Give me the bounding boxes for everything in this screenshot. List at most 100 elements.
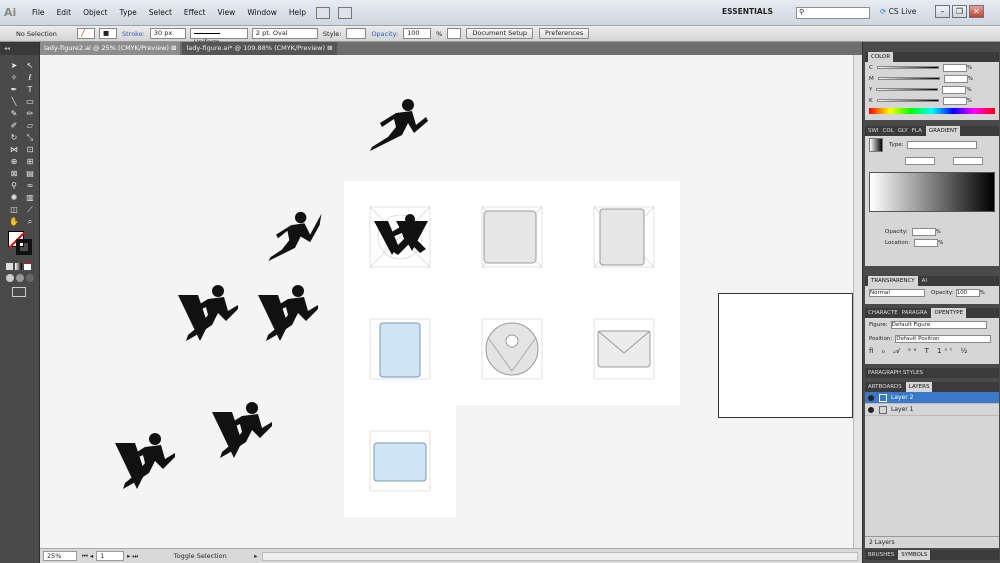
- recolor-icon[interactable]: [447, 28, 462, 39]
- tab-flattener[interactable]: FLA: [912, 126, 922, 136]
- status-menu-icon[interactable]: ▸: [254, 552, 257, 560]
- none-mode-icon[interactable]: [24, 263, 31, 270]
- stroke-swatch[interactable]: ■: [99, 28, 117, 39]
- tab-opentype[interactable]: OPENTYPE: [931, 308, 967, 318]
- type-tool-icon[interactable]: T: [23, 84, 37, 95]
- last-artboard-icon[interactable]: ⏭: [132, 552, 138, 561]
- draw-inside-icon[interactable]: [26, 274, 34, 282]
- tab-paragraph[interactable]: PARAGRA: [902, 308, 928, 318]
- shape-builder-icon[interactable]: ⊕: [7, 156, 21, 167]
- paragraph-styles-title[interactable]: PARAGRAPH STYLES: [868, 368, 923, 378]
- menu-edit[interactable]: Edit: [51, 0, 78, 26]
- hand-tool-icon[interactable]: ✋: [7, 216, 21, 227]
- magenta-field[interactable]: [943, 74, 968, 83]
- gradient-opacity-field[interactable]: [911, 227, 936, 236]
- menu-view[interactable]: View: [212, 0, 242, 26]
- artboard-tool-icon[interactable]: ◫: [7, 204, 21, 215]
- menu-effect[interactable]: Effect: [178, 0, 212, 26]
- mesh-tool-icon[interactable]: ⊠: [7, 168, 21, 179]
- gradient-slider[interactable]: [869, 172, 995, 212]
- tab-transparency[interactable]: TRANSPARENCY: [868, 276, 918, 286]
- layer-row-layer-1[interactable]: Layer 1: [865, 404, 999, 416]
- arrange-documents-icon[interactable]: [338, 6, 352, 19]
- screen-mode-icon[interactable]: [12, 287, 26, 297]
- status-info[interactable]: Toggle Selection: [146, 552, 254, 560]
- artboard-number-field[interactable]: 1: [96, 551, 125, 561]
- lock-toggle-icon[interactable]: [879, 405, 887, 414]
- gradient-tool-icon[interactable]: ▤: [23, 168, 37, 179]
- graphic-style-picker[interactable]: [346, 28, 367, 39]
- gradient-location-field[interactable]: [914, 238, 939, 247]
- tab-lady-figure[interactable]: lady-figure.ai* @ 109.88% (CMYK/Preview)…: [182, 42, 337, 55]
- layer-name[interactable]: Layer 1: [891, 406, 913, 413]
- tab-symbols[interactable]: SYMBOLS: [898, 550, 931, 560]
- yellow-slider[interactable]: [876, 88, 939, 91]
- tab-gradient[interactable]: GRADIENT: [925, 126, 961, 136]
- restore-icon[interactable]: ❐: [952, 5, 967, 18]
- minimize-icon[interactable]: –: [935, 5, 950, 18]
- rotate-tool-icon[interactable]: ↻: [7, 132, 21, 143]
- gradient-mode-icon[interactable]: [15, 263, 22, 270]
- tab-glyphs[interactable]: GLY: [898, 126, 908, 136]
- layer-row-layer-2[interactable]: Layer 2: [865, 392, 999, 404]
- cyan-field[interactable]: [942, 63, 967, 72]
- tab-layers[interactable]: LAYERS: [905, 382, 933, 392]
- menu-type[interactable]: Type: [114, 0, 143, 26]
- rectangle-tool-icon[interactable]: ▭: [23, 96, 37, 107]
- variable-width-profile[interactable]: Uniform: [189, 28, 248, 46]
- direct-selection-tool-icon[interactable]: ↖: [23, 60, 37, 71]
- tab-brushes[interactable]: BRUSHES: [868, 550, 894, 560]
- position-select[interactable]: Default Position: [895, 335, 992, 343]
- previous-artboard-icon[interactable]: ◂: [90, 552, 93, 560]
- perspective-grid-icon[interactable]: ⊞: [23, 156, 37, 167]
- tab-character[interactable]: CHARACTE: [868, 308, 898, 318]
- tools-panel-collapse-icon[interactable]: ◂◂: [0, 42, 39, 55]
- draw-behind-icon[interactable]: [16, 274, 24, 282]
- gradient-type-select[interactable]: [906, 141, 977, 149]
- tab-swatches[interactable]: SWI: [868, 126, 879, 136]
- tab-close-icon[interactable]: ⊠: [171, 44, 176, 52]
- stroke-label[interactable]: Stroke:: [122, 30, 145, 38]
- workspace-switcher[interactable]: ESSENTIALS: [722, 7, 773, 16]
- color-panel-title[interactable]: COLOR: [868, 52, 894, 62]
- close-icon[interactable]: ✕: [969, 5, 984, 18]
- zoom-tool-icon[interactable]: ⌕: [23, 216, 37, 227]
- stroke-weight-field[interactable]: 30 px: [149, 28, 186, 39]
- eyedropper-icon[interactable]: ⚲: [7, 180, 21, 191]
- help-search-input[interactable]: ⚲: [796, 7, 870, 19]
- blend-tool-icon[interactable]: ∞: [23, 180, 37, 191]
- vertical-scrollbar[interactable]: [853, 55, 862, 548]
- gradient-angle-field[interactable]: [905, 157, 935, 165]
- magic-wand-icon[interactable]: ✧: [7, 72, 21, 83]
- tab-close-icon[interactable]: ⊠: [327, 44, 332, 52]
- color-spectrum[interactable]: [869, 108, 995, 114]
- pencil-icon[interactable]: ✏: [23, 108, 37, 119]
- blend-mode-select[interactable]: Normal: [869, 289, 925, 297]
- eraser-icon[interactable]: ▱: [23, 120, 37, 131]
- menu-file[interactable]: File: [26, 0, 51, 26]
- stroke-color-icon[interactable]: [16, 239, 32, 255]
- figure-select[interactable]: Default Figure: [890, 321, 987, 329]
- lasso-icon[interactable]: ℓ: [23, 72, 37, 83]
- cyan-slider[interactable]: [876, 66, 939, 69]
- tab-appearance[interactable]: AI: [922, 276, 927, 286]
- magenta-slider[interactable]: [877, 77, 940, 80]
- draw-normal-icon[interactable]: [6, 274, 14, 282]
- slice-tool-icon[interactable]: ⟋: [23, 204, 37, 215]
- yellow-field[interactable]: [942, 85, 967, 94]
- preferences-button[interactable]: Preferences: [539, 28, 590, 39]
- lock-toggle-icon[interactable]: [879, 393, 887, 402]
- selection-tool-icon[interactable]: ➤: [7, 60, 21, 71]
- opentype-feature-icons[interactable]: ﬁ ℴ 𝒜 ᵃᵃ T 1ˢᵗ ½: [865, 346, 999, 357]
- column-graph-icon[interactable]: ▥: [23, 192, 37, 203]
- visibility-eye-icon[interactable]: [868, 406, 874, 413]
- zoom-field[interactable]: 25%: [43, 551, 77, 561]
- blob-brush-icon[interactable]: ✐: [7, 120, 21, 131]
- symbol-sprayer-icon[interactable]: ✺: [7, 192, 21, 203]
- tab-lady-figure2[interactable]: lady-figure2.ai @ 25% (CMYK/Preview) ⊠: [40, 42, 181, 55]
- next-artboard-icon[interactable]: ▸: [127, 552, 130, 560]
- first-artboard-icon[interactable]: ⏮: [82, 552, 88, 561]
- cs-live-button[interactable]: ⟳ CS Live: [880, 7, 916, 16]
- scale-tool-icon[interactable]: ⤡: [23, 132, 37, 143]
- line-tool-icon[interactable]: ╲: [7, 96, 21, 107]
